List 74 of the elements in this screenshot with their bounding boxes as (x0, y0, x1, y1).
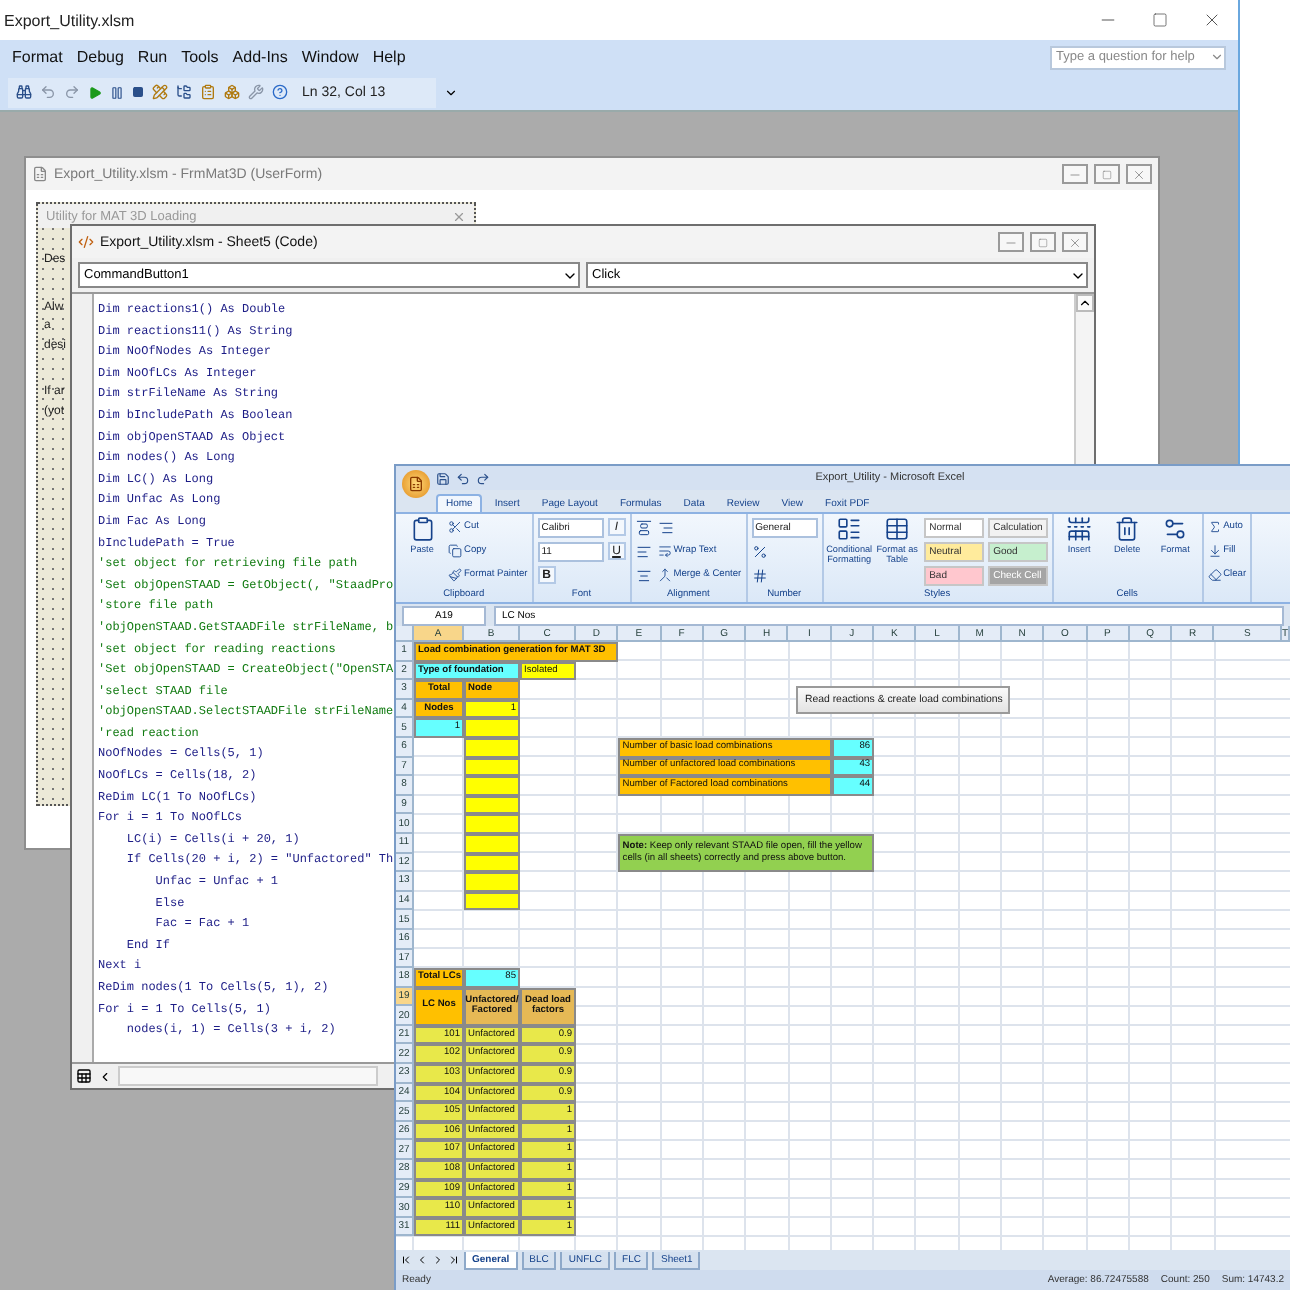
paintbrush-icon (448, 568, 462, 582)
clipboard-icon (409, 516, 435, 542)
next-sheet-icon (432, 1254, 444, 1266)
close-button[interactable] (1126, 164, 1152, 184)
menu-item[interactable]: Tools (181, 48, 219, 66)
sliders-icon (1162, 516, 1189, 542)
boxes-icon[interactable] (224, 84, 240, 100)
folder-tree-icon[interactable] (176, 84, 192, 100)
align-left-button[interactable] (635, 542, 654, 560)
arrow-down-icon (1207, 544, 1222, 558)
help-icon[interactable] (272, 84, 288, 100)
align-right-icon (658, 519, 675, 535)
binoculars-icon[interactable] (16, 84, 32, 100)
merge-icon (657, 568, 672, 582)
table-icon (884, 516, 911, 542)
clipboard-icon[interactable] (200, 84, 216, 100)
maximize-button[interactable] (1094, 164, 1120, 184)
dropdown-icon (444, 85, 458, 99)
dropdown-icon (1210, 50, 1224, 64)
stop-icon[interactable] (132, 86, 144, 98)
menu-item[interactable]: Format (12, 48, 63, 66)
maximize-icon (1102, 169, 1112, 179)
align-right-button[interactable] (657, 518, 676, 536)
scrollbar[interactable] (118, 1066, 378, 1086)
menu-item[interactable]: Add-Ins (232, 48, 288, 66)
maximize-icon (1152, 12, 1168, 28)
menu-item[interactable]: Window (301, 48, 359, 66)
chevron-up-icon (1078, 296, 1092, 310)
menu-item[interactable]: Run (137, 48, 168, 66)
close-icon (1068, 235, 1082, 249)
scroll-left-icon (98, 1069, 112, 1083)
scissors-icon (448, 520, 462, 534)
align-center-icon (636, 567, 653, 583)
code-icon (78, 234, 94, 250)
menu-item[interactable]: Debug (76, 48, 124, 66)
copy-icon (448, 544, 462, 558)
previous-sheet-icon (416, 1254, 428, 1266)
align-left-icon (636, 543, 653, 559)
ruler-icon[interactable] (152, 84, 168, 100)
table-rows-icon (1066, 516, 1093, 542)
last-sheet-icon (448, 1254, 460, 1266)
percent-icon (752, 543, 769, 559)
close-icon[interactable] (452, 209, 466, 223)
eraser-icon (1207, 568, 1222, 582)
wrap-text-icon (657, 544, 672, 558)
align-top-button[interactable] (635, 518, 654, 536)
scroll-up-button[interactable] (1076, 294, 1094, 312)
play-icon[interactable] (88, 85, 102, 99)
pause-icon[interactable] (110, 85, 124, 99)
select-all-button[interactable] (396, 626, 414, 642)
close-button[interactable] (1062, 232, 1088, 252)
list-icon (836, 516, 863, 542)
menu-item[interactable]: Help (372, 48, 406, 66)
wrench-icon[interactable] (248, 84, 264, 100)
trash-icon (1114, 516, 1141, 542)
percent-button[interactable] (751, 542, 770, 560)
redo-icon[interactable] (476, 471, 490, 485)
spreadsheet-icon (408, 475, 424, 491)
maximize-button[interactable] (1030, 232, 1056, 252)
minimize-button[interactable] (998, 232, 1024, 252)
align-top-icon (636, 519, 653, 535)
first-sheet-icon (400, 1254, 412, 1266)
hash-icon (752, 567, 769, 583)
close-icon (1132, 167, 1146, 181)
window-title: Export_Utility.xlsm (4, 11, 137, 29)
sigma-icon (1207, 520, 1222, 534)
save-icon[interactable] (436, 471, 450, 485)
undo-icon[interactable] (456, 471, 470, 485)
office-button[interactable] (402, 469, 430, 497)
align-center-button[interactable] (635, 566, 654, 584)
hash-button[interactable] (751, 566, 770, 584)
close-icon (1202, 10, 1222, 30)
maximize-icon (1038, 237, 1048, 247)
minimize-button[interactable] (1062, 164, 1088, 184)
